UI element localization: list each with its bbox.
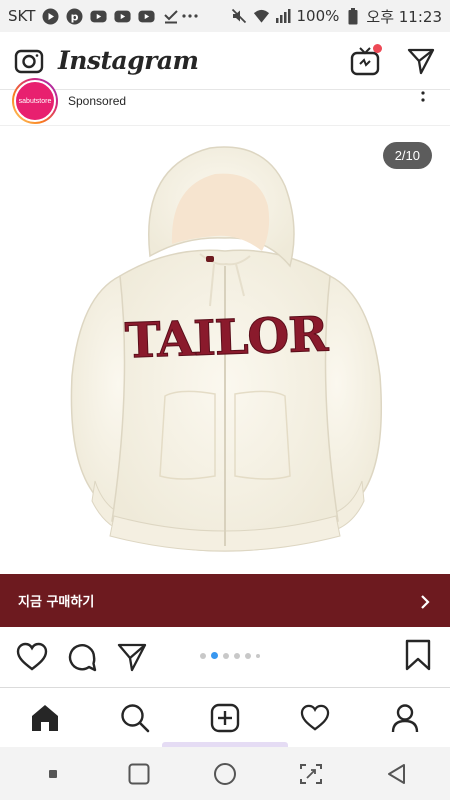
carousel-dot bbox=[200, 652, 206, 659]
back-icon[interactable] bbox=[383, 760, 411, 788]
bottom-navigation bbox=[0, 687, 450, 747]
search-icon[interactable] bbox=[117, 700, 153, 736]
profile-icon[interactable] bbox=[387, 700, 423, 736]
svg-text:p: p bbox=[71, 10, 79, 23]
carousel-dot bbox=[256, 653, 260, 658]
carousel-dot bbox=[223, 652, 229, 659]
more-options-icon[interactable] bbox=[418, 90, 428, 104]
screenshot-icon[interactable] bbox=[297, 760, 325, 788]
recents-icon[interactable] bbox=[125, 760, 153, 788]
direct-message-icon[interactable] bbox=[406, 46, 436, 76]
share-icon[interactable] bbox=[116, 641, 148, 673]
igtv-button[interactable] bbox=[350, 43, 382, 76]
post-image[interactable]: TAILOR 2/10 bbox=[0, 126, 450, 574]
more-dots-icon bbox=[182, 8, 199, 25]
image-counter: 2/10 bbox=[382, 142, 432, 169]
dot-icon[interactable] bbox=[39, 760, 67, 788]
carousel-dot bbox=[245, 652, 251, 659]
camera-icon[interactable] bbox=[14, 46, 44, 76]
youtube-icon bbox=[114, 8, 131, 25]
avatar[interactable]: sabutstore bbox=[12, 78, 58, 124]
wifi-icon bbox=[253, 8, 270, 25]
youtube-icon bbox=[90, 8, 107, 25]
system-navigation-bar bbox=[0, 747, 450, 800]
carousel-indicator bbox=[200, 652, 260, 659]
carousel-dot-active bbox=[211, 652, 218, 659]
status-bar: SKT p 100% 오후 11:23 bbox=[0, 0, 450, 32]
home-icon[interactable] bbox=[27, 700, 63, 736]
notification-dot bbox=[373, 43, 382, 53]
like-icon[interactable] bbox=[16, 641, 48, 673]
shop-now-bar[interactable]: 지금 구매하기 bbox=[0, 574, 450, 627]
youtube-icon bbox=[138, 8, 155, 25]
carrier-label: SKT bbox=[8, 7, 36, 25]
post-header: sabutstore Sponsored bbox=[0, 78, 450, 126]
garment-lettering: TAILOR bbox=[124, 306, 330, 369]
sponsored-label[interactable]: Sponsored bbox=[68, 94, 126, 108]
avatar-logo-text: sabutstore bbox=[18, 97, 52, 105]
post-actions bbox=[0, 627, 450, 687]
bookmark-icon[interactable] bbox=[404, 639, 432, 671]
igtv-icon bbox=[350, 46, 380, 80]
play-icon bbox=[42, 8, 59, 25]
activity-icon[interactable] bbox=[297, 700, 333, 736]
battery-icon bbox=[344, 7, 361, 25]
home-circle-icon[interactable] bbox=[211, 760, 239, 788]
chevron-right-icon bbox=[418, 594, 432, 609]
carousel-dot bbox=[234, 652, 240, 659]
battery-level: 100% bbox=[296, 7, 340, 25]
download-done-icon bbox=[162, 8, 179, 25]
pinterest-icon: p bbox=[66, 8, 83, 25]
clock: 오후 11:23 bbox=[366, 7, 442, 26]
shop-now-label: 지금 구매하기 bbox=[18, 595, 95, 610]
mute-icon bbox=[231, 8, 248, 25]
signal-icon bbox=[275, 8, 292, 25]
app-header: Instagram bbox=[0, 32, 450, 90]
comment-icon[interactable] bbox=[66, 641, 98, 673]
add-post-icon[interactable] bbox=[207, 700, 243, 736]
instagram-logo: Instagram bbox=[58, 46, 199, 75]
hoodie-image: TAILOR bbox=[70, 146, 383, 552]
